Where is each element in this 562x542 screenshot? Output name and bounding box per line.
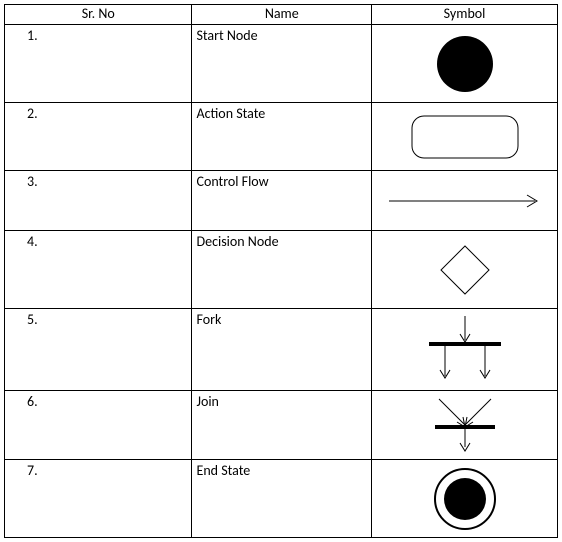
table-row: 1. Start Node	[5, 25, 558, 103]
join-icon	[415, 395, 515, 455]
cell-symbol	[372, 25, 558, 103]
cell-name: Action State	[192, 103, 372, 171]
decision-node-icon	[437, 242, 493, 298]
cell-symbol	[372, 460, 558, 538]
cell-sr: 1.	[5, 25, 192, 103]
table-row: 5. Fork	[5, 309, 558, 391]
control-flow-icon	[385, 191, 545, 211]
cell-sr: 6.	[5, 391, 192, 460]
cell-name: Start Node	[192, 25, 372, 103]
cell-sr: 4.	[5, 231, 192, 309]
cell-symbol	[372, 391, 558, 460]
table-row: 6. Join	[5, 391, 558, 460]
cell-name: Join	[192, 391, 372, 460]
fork-icon	[415, 314, 515, 386]
cell-sr: 5.	[5, 309, 192, 391]
cell-name: Decision Node	[192, 231, 372, 309]
table-header-row: Sr. No Name Symbol	[5, 5, 558, 25]
start-node-icon	[433, 32, 497, 96]
cell-name: Fork	[192, 309, 372, 391]
header-symbol: Symbol	[372, 5, 558, 25]
cell-name: Control Flow	[192, 171, 372, 231]
uml-symbols-table: Sr. No Name Symbol 1. Start Node 2. Acti…	[4, 4, 558, 538]
cell-sr: 7.	[5, 460, 192, 538]
table-row: 7. End State	[5, 460, 558, 538]
header-name: Name	[192, 5, 372, 25]
cell-sr: 3.	[5, 171, 192, 231]
table-row: 2. Action State	[5, 103, 558, 171]
table-row: 4. Decision Node	[5, 231, 558, 309]
cell-sr: 2.	[5, 103, 192, 171]
end-state-icon	[432, 466, 498, 532]
cell-symbol	[372, 171, 558, 231]
cell-name: End State	[192, 460, 372, 538]
header-sr: Sr. No	[5, 5, 192, 25]
cell-symbol	[372, 231, 558, 309]
cell-symbol	[372, 103, 558, 171]
table-row: 3. Control Flow	[5, 171, 558, 231]
action-state-icon	[410, 114, 520, 160]
cell-symbol	[372, 309, 558, 391]
